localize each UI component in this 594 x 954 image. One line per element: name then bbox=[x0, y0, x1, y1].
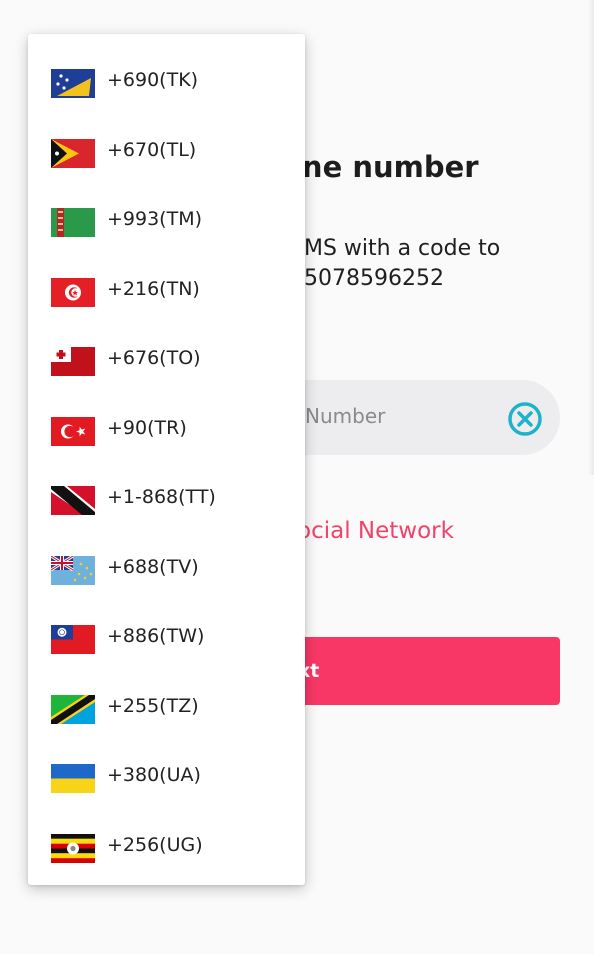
country-option-tl[interactable]: +670(TL) bbox=[28, 119, 305, 189]
country-code-text: +676(TO) bbox=[107, 347, 201, 369]
ukraine-flag-icon bbox=[51, 764, 95, 793]
phone-number-placeholder: Number bbox=[305, 404, 386, 428]
tonga-flag-icon bbox=[51, 347, 95, 376]
trinidad-flag-icon bbox=[51, 486, 95, 515]
country-option-tn[interactable]: +216(TN) bbox=[28, 258, 305, 328]
tanzania-flag-icon bbox=[51, 694, 95, 724]
uganda-flag-icon bbox=[51, 833, 95, 863]
country-option-tr[interactable]: +90(TR) bbox=[28, 397, 305, 467]
country-code-text: +688(TV) bbox=[107, 555, 199, 578]
tunisia-flag-icon bbox=[51, 277, 95, 307]
country-option-tk[interactable]: +690(TK) bbox=[28, 49, 305, 119]
tokelau-flag-icon bbox=[51, 69, 95, 98]
country-code-text: +993(TM) bbox=[107, 208, 203, 230]
country-code-text: +216(TN) bbox=[107, 277, 200, 300]
turkmenistan-flag-icon bbox=[51, 208, 95, 237]
country-code-text: +1-868(TT) bbox=[107, 486, 216, 508]
country-code-text: +886(TW) bbox=[107, 625, 205, 647]
subtitle-line-2: 05078596252 bbox=[290, 266, 444, 291]
country-code-text: +690(TK) bbox=[107, 69, 199, 91]
east-timor-flag-icon bbox=[51, 138, 95, 168]
country-option-tz[interactable]: +255(TZ) bbox=[28, 675, 305, 745]
tuvalu-flag-icon bbox=[51, 555, 95, 585]
country-option-ug[interactable]: +256(UG) bbox=[28, 814, 305, 884]
clear-x-circle-icon[interactable] bbox=[507, 401, 543, 437]
country-code-dropdown: +690(TK) +670(TL) +993(TM) +216(TN) +676… bbox=[28, 34, 305, 885]
country-option-tm[interactable]: +993(TM) bbox=[28, 188, 305, 258]
country-option-tv[interactable]: +688(TV) bbox=[28, 536, 305, 606]
country-code-text: +255(TZ) bbox=[107, 694, 199, 717]
taiwan-flag-icon bbox=[51, 625, 95, 654]
country-option-to[interactable]: +676(TO) bbox=[28, 327, 305, 397]
page-subtitle: SMS with a code to 05078596252 bbox=[290, 234, 500, 294]
country-code-text: +380(UA) bbox=[107, 764, 201, 786]
country-code-text: +90(TR) bbox=[107, 416, 187, 439]
country-code-text: +670(TL) bbox=[107, 138, 197, 161]
subtitle-line-1: SMS with a code to bbox=[290, 236, 501, 261]
country-option-ua[interactable]: +380(UA) bbox=[28, 744, 305, 814]
social-network-link[interactable]: ocial Network bbox=[297, 518, 454, 544]
country-option-tt[interactable]: +1-868(TT) bbox=[28, 466, 305, 536]
page-title: one number bbox=[282, 150, 479, 184]
turkey-flag-icon bbox=[51, 416, 95, 446]
window-edge bbox=[588, 0, 594, 475]
country-code-text: +256(UG) bbox=[107, 833, 203, 856]
country-option-tw[interactable]: +886(TW) bbox=[28, 605, 305, 675]
